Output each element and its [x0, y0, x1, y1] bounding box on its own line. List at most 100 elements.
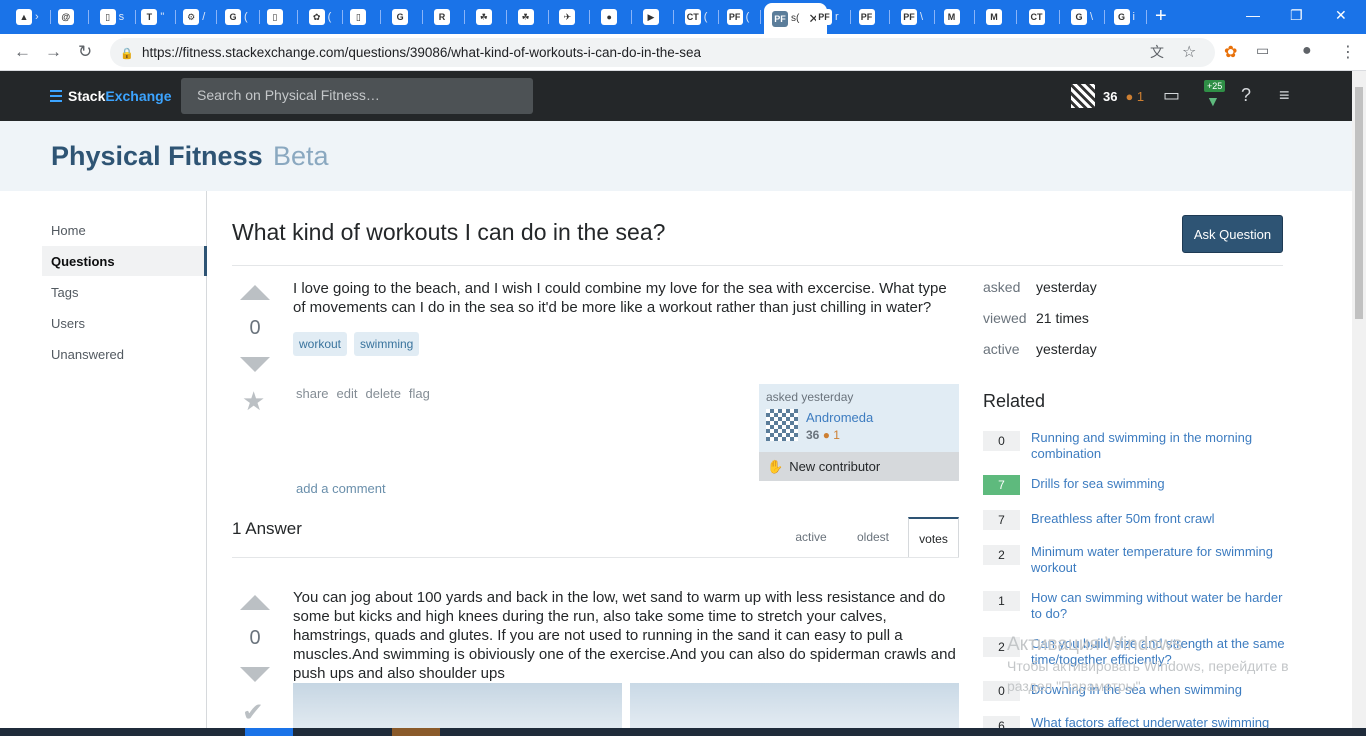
user-rep-summary[interactable]: 36 ● 1: [1071, 84, 1144, 108]
sort-tab-votes[interactable]: votes: [908, 517, 959, 557]
sort-tab-oldest[interactable]: oldest: [845, 517, 901, 557]
browser-tab[interactable]: ●: [601, 6, 633, 28]
page-scrollbar[interactable]: [1352, 71, 1366, 736]
browser-tab[interactable]: ▲ ›: [16, 6, 51, 28]
site-title[interactable]: Physical Fitness: [51, 141, 263, 172]
browser-tab[interactable]: ▯ s: [99, 6, 137, 28]
add-comment-link[interactable]: add a comment: [296, 481, 386, 496]
tab-label: s(: [791, 13, 800, 24]
nav-tags[interactable]: Tags: [51, 277, 207, 307]
related-question-link[interactable]: Drills for sea swimming: [1031, 476, 1291, 492]
owner-avatar[interactable]: [766, 409, 798, 441]
browser-tab[interactable]: M: [986, 6, 1017, 28]
related-question-link[interactable]: Minimum water temperature for swimming w…: [1031, 544, 1291, 576]
browser-tab[interactable]: PF r: [816, 6, 851, 28]
delete-link[interactable]: delete: [366, 386, 401, 401]
ask-question-button[interactable]: Ask Question: [1182, 215, 1283, 253]
nav-home[interactable]: Home: [51, 215, 207, 245]
browser-tab[interactable]: ▯: [350, 6, 382, 28]
browser-tab[interactable]: ✿(: [308, 6, 344, 28]
tab-separator: [631, 10, 633, 24]
question-upvote-icon[interactable]: [240, 285, 270, 300]
url-text[interactable]: https://fitness.stackexchange.com/questi…: [142, 45, 701, 60]
extension-icon[interactable]: ✿: [1224, 42, 1237, 62]
achievements-badge[interactable]: +25: [1204, 80, 1226, 92]
edit-link[interactable]: edit: [337, 386, 358, 401]
new-contributor-notice[interactable]: ✋ New contributor: [759, 452, 959, 481]
back-icon[interactable]: ←: [14, 42, 31, 62]
browser-tab[interactable]: G(: [225, 6, 260, 28]
related-question-link[interactable]: Running and swimming in the morning comb…: [1031, 430, 1291, 462]
bookmark-star-icon[interactable]: ☆: [1182, 42, 1196, 62]
related-question-link[interactable]: Breathless after 50m front crawl: [1031, 511, 1291, 527]
tab-separator: [760, 10, 762, 24]
stackexchange-logo[interactable]: StackExchange: [50, 88, 172, 104]
browser-tab[interactable]: CT(: [684, 6, 720, 28]
tab-favicon: PF: [726, 9, 743, 25]
browser-tab[interactable]: G \: [1071, 6, 1106, 28]
answer-body: You can jog about 100 yards and back in …: [293, 589, 956, 682]
nav-unanswered[interactable]: Unanswered: [51, 339, 207, 369]
taskbar-app[interactable]: [392, 728, 440, 736]
tab-favicon: ●: [601, 9, 618, 25]
browser-tab[interactable]: @: [57, 6, 89, 28]
browser-tab[interactable]: G: [392, 6, 424, 28]
wave-hand-icon: ✋: [767, 458, 784, 474]
browser-tab[interactable]: M: [943, 6, 975, 28]
answer-downvote-icon[interactable]: [240, 667, 270, 682]
meta-active-value[interactable]: yesterday: [1036, 341, 1097, 357]
help-icon[interactable]: ?: [1241, 85, 1251, 106]
browser-tab[interactable]: CT: [1028, 6, 1060, 28]
tab-favicon: G: [1071, 9, 1087, 25]
browser-tab[interactable]: PF: [858, 6, 890, 28]
forward-icon[interactable]: →: [45, 42, 62, 62]
inbox-icon[interactable]: ▭: [1163, 85, 1180, 106]
tag-swimming[interactable]: swimming: [354, 332, 420, 356]
share-link[interactable]: share: [296, 386, 329, 401]
new-tab-icon[interactable]: +: [1155, 6, 1167, 26]
translate-icon[interactable]: 文: [1150, 42, 1164, 62]
nav-questions[interactable]: Questions: [42, 246, 207, 276]
browser-tab[interactable]: ☘: [517, 6, 549, 28]
browser-tab[interactable]: T ": [141, 6, 177, 28]
question-vote-count: 0: [249, 317, 261, 339]
omnibox[interactable]: 🔒 https://fitness.stackexchange.com/ques…: [110, 38, 1215, 67]
browser-tab[interactable]: ⚙ /: [183, 6, 218, 28]
nav-users[interactable]: Users: [51, 308, 207, 338]
menu-dots-icon[interactable]: ⋮: [1340, 42, 1356, 62]
browser-tab[interactable]: ▶: [643, 6, 674, 28]
scrollbar-thumb[interactable]: [1355, 87, 1363, 319]
question-downvote-icon[interactable]: [240, 357, 270, 372]
related-question-link[interactable]: How can swimming without water be harder…: [1031, 590, 1291, 622]
tag-workout[interactable]: workout: [293, 332, 348, 356]
answer-upvote-icon[interactable]: [240, 595, 270, 610]
left-sidebar: Home Questions Tags Users Unanswered: [0, 191, 207, 736]
browser-tab[interactable]: ✈: [559, 6, 591, 28]
site-search-input[interactable]: Search on Physical Fitness…: [181, 78, 533, 114]
restore-icon[interactable]: ❐: [1290, 7, 1303, 24]
browser-tab[interactable]: R: [434, 6, 465, 28]
user-avatar[interactable]: [1071, 84, 1095, 108]
favorite-star-icon[interactable]: ★: [242, 386, 265, 417]
answer-count: 1 Answer: [232, 519, 302, 538]
owner-name-link[interactable]: Andromeda: [806, 410, 873, 425]
reload-icon[interactable]: ↻: [78, 42, 92, 62]
browser-tab[interactable]: PF(: [726, 6, 762, 28]
sort-tab-active[interactable]: active: [783, 517, 839, 557]
taskbar-app[interactable]: [245, 728, 293, 736]
browser-tab[interactable]: ☘: [475, 6, 507, 28]
accept-check-icon[interactable]: ✔: [242, 697, 264, 728]
profile-icon[interactable]: ●: [1302, 42, 1312, 60]
site-switcher-icon[interactable]: ≡: [1279, 85, 1290, 106]
cast-icon[interactable]: ▭: [1256, 42, 1269, 59]
flag-link[interactable]: flag: [409, 386, 430, 401]
close-window-icon[interactable]: ✕: [1335, 7, 1347, 24]
tab-favicon: ▯: [350, 9, 367, 25]
minimize-icon[interactable]: —: [1246, 7, 1260, 23]
browser-tab[interactable]: Gi: [1113, 6, 1147, 28]
achievements-icon[interactable]: ▼: [1206, 93, 1220, 109]
asked-time[interactable]: asked yesterday: [766, 390, 853, 404]
question-title[interactable]: What kind of workouts I can do in the se…: [232, 219, 665, 246]
browser-tab[interactable]: PF \: [901, 6, 936, 28]
browser-tab[interactable]: ▯: [266, 6, 298, 28]
